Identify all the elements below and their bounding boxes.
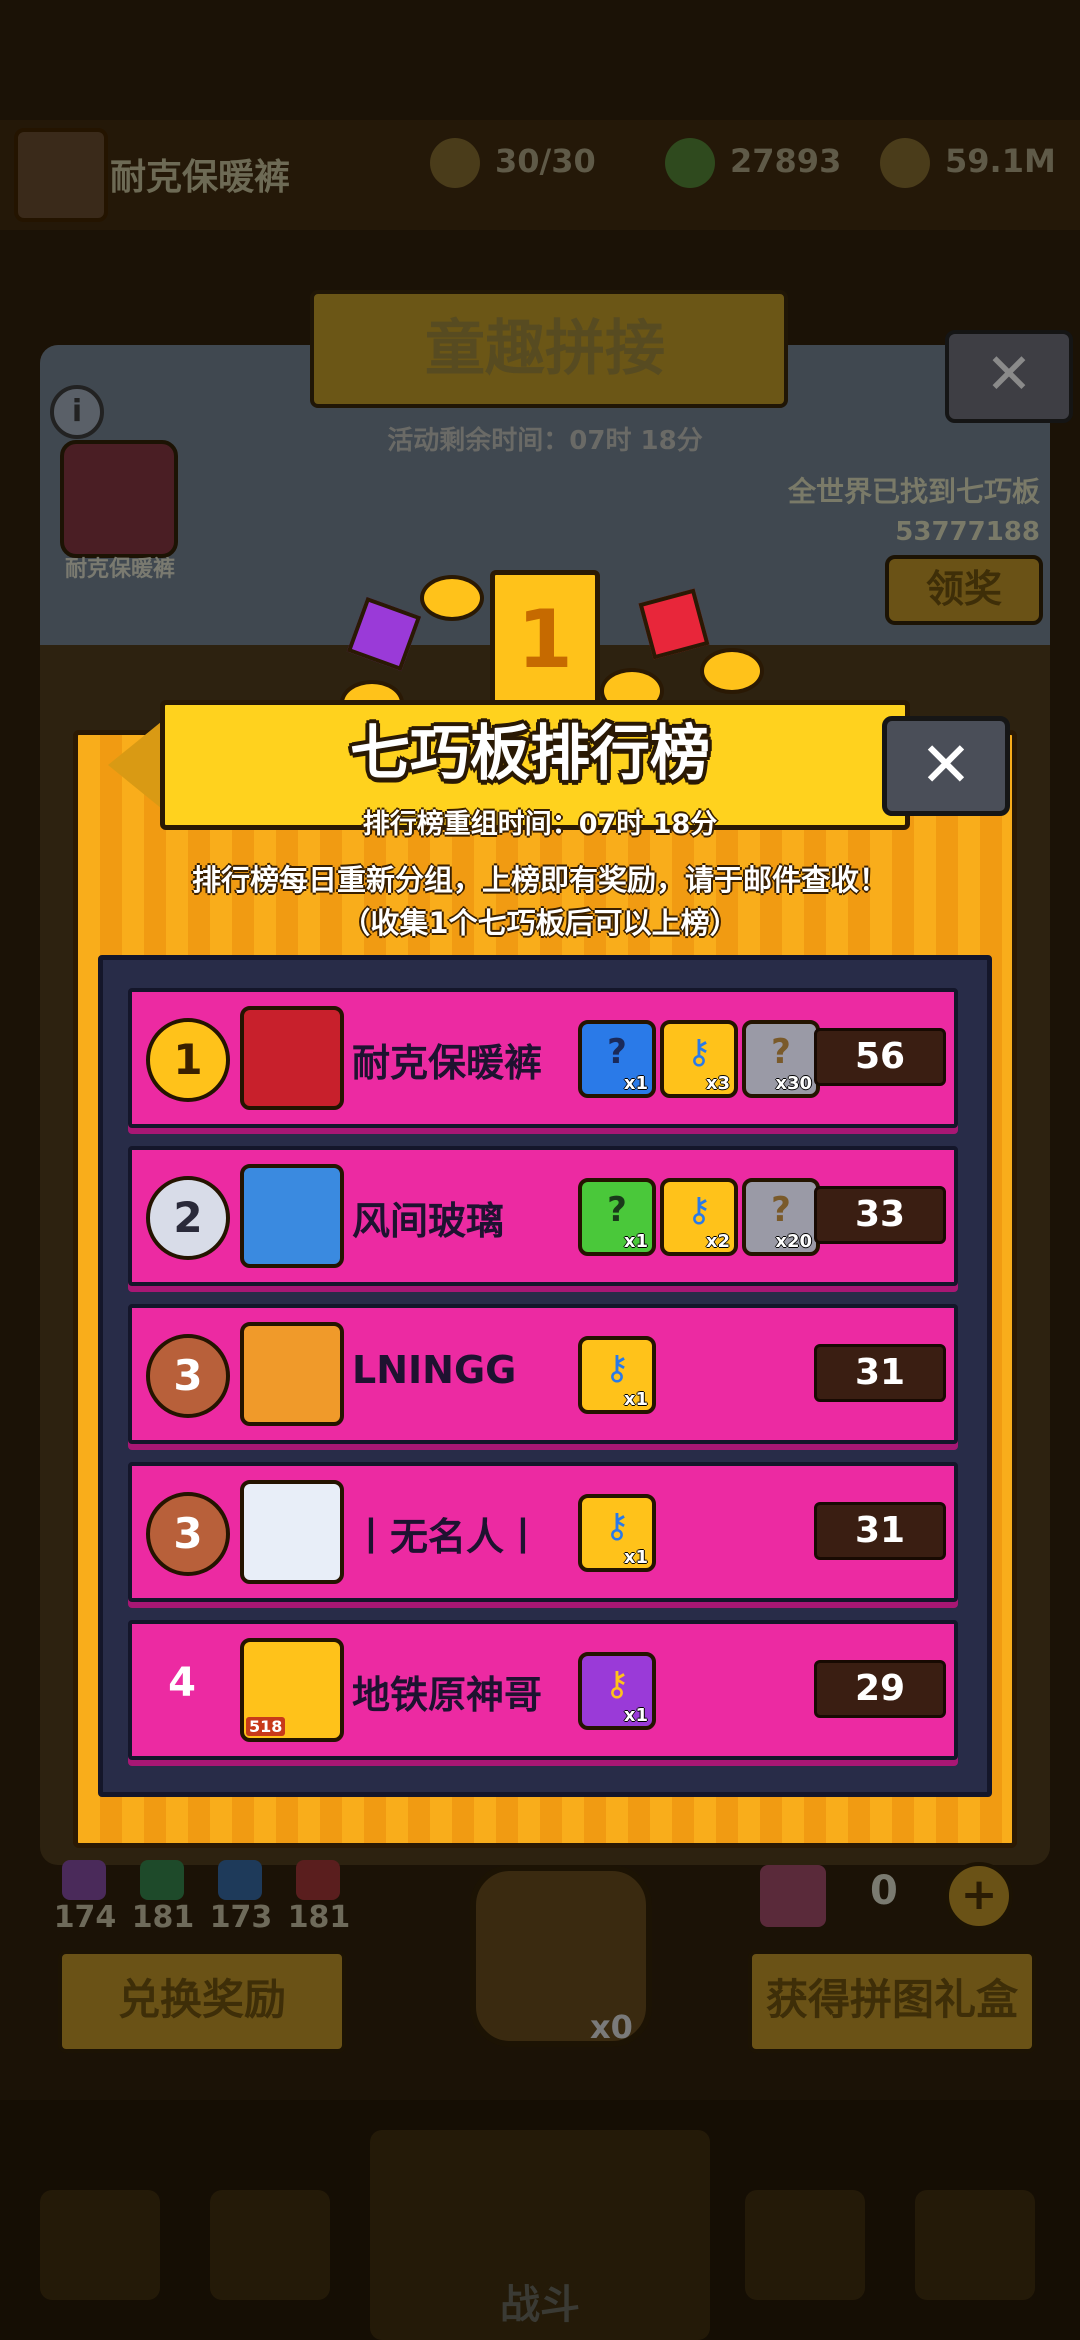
red-piece-icon — [296, 1860, 340, 1900]
event-title: 童趣拼接 — [425, 314, 665, 384]
regroup-time: 排行榜重组时间：07时 18分 — [362, 809, 718, 840]
player-avatar — [240, 1480, 344, 1584]
key-gold-icon: ⚷ x2 — [660, 1178, 738, 1256]
mystery-box-blue-icon: ? x1 — [578, 1020, 656, 1098]
energy-value: 30/30 — [495, 142, 596, 180]
found-label: 全世界已找到七巧板 — [787, 475, 1040, 508]
reward-qty: x2 — [705, 1231, 730, 1252]
score-value: 33 — [814, 1186, 946, 1244]
player-avatar — [240, 1322, 344, 1426]
avatar-level-badge: 518 — [246, 1717, 286, 1736]
reward-qty: x1 — [623, 1705, 648, 1726]
player-name: 丨无名人丨 — [352, 1515, 543, 1559]
reward-qty: x30 — [775, 1073, 812, 1094]
key-purple-icon: ⚷ x1 — [578, 1652, 656, 1730]
gem-value: 27893 — [730, 142, 842, 180]
info-icon[interactable]: i — [50, 385, 104, 439]
close-button[interactable]: ✕ — [882, 716, 1010, 816]
leaderboard-row[interactable]: 4 518 地铁原神哥 ⚷ x1 29 — [128, 1620, 958, 1760]
leaderboard-row[interactable]: 2 风间玻璃 ? x1 ⚷ x2 ? x20 33 — [128, 1146, 958, 1286]
reward-qty: x1 — [623, 1547, 648, 1568]
event-player-avatar — [60, 440, 178, 558]
lock-count: x0 — [590, 2008, 633, 2046]
exchange-reward-button[interactable]: 兑换奖励 — [58, 1950, 346, 2053]
add-gift-button[interactable]: + — [945, 1862, 1013, 1930]
found-count: 53777188 — [895, 517, 1040, 547]
mystery-card-gray-icon: ? x20 — [742, 1178, 820, 1256]
notice-line-2: （收集1个七巧板后可以上榜） — [341, 906, 739, 940]
nav-event-icon[interactable] — [915, 2190, 1035, 2300]
leaderboard-row[interactable]: 3 丨无名人丨 ⚷ x1 31 — [128, 1462, 958, 1602]
event-timer: 活动剩余时间：07时 18分 — [387, 426, 703, 456]
green-piece-icon — [140, 1860, 184, 1900]
mystery-card-gray-icon: ? x30 — [742, 1020, 820, 1098]
player-name: 耐克保暖裤 — [352, 1041, 543, 1085]
gift-count: 0 — [870, 1868, 898, 1914]
player-name: LNINGG — [352, 1348, 517, 1392]
leaderboard-row[interactable]: 1 耐克保暖裤 ? x1 ⚷ x3 ? x30 56 — [128, 988, 958, 1128]
blue-piece-icon — [218, 1860, 262, 1900]
reward-qty: x20 — [775, 1231, 812, 1252]
event-close-button[interactable]: ✕ — [945, 330, 1073, 423]
nav-guild-icon[interactable] — [745, 2190, 865, 2300]
mystery-box-green-icon: ? x1 — [578, 1178, 656, 1256]
energy-icon — [430, 138, 480, 188]
key-gold-icon: ⚷ x1 — [578, 1336, 656, 1414]
nav-shop-icon[interactable] — [40, 2190, 160, 2300]
player-name: 耐克保暖裤 — [110, 157, 291, 198]
notice-line-1: 排行榜每日重新分组，上榜即有奖励，请于邮件查收！ — [191, 863, 888, 897]
key-gold-icon: ⚷ x3 — [660, 1020, 738, 1098]
claim-button[interactable]: 领奖 — [885, 555, 1043, 625]
top-bar: 耐克保暖裤 30/30 27893 59.1M — [0, 120, 1080, 230]
gem-icon — [665, 138, 715, 188]
gold-medal-icon: 1 — [146, 1018, 230, 1102]
rank-number: 4 — [168, 1660, 196, 1706]
score-value: 56 — [814, 1028, 946, 1086]
player-avatar — [240, 1164, 344, 1268]
silver-medal-icon: 2 — [146, 1176, 230, 1260]
reward-qty: x1 — [623, 1073, 648, 1094]
bronze-medal-icon: 3 — [146, 1334, 230, 1418]
popup-title: 七巧板排行榜 — [350, 719, 710, 789]
coin-decoration-icon — [420, 575, 484, 621]
nav-hero-icon[interactable] — [210, 2190, 330, 2300]
score-value: 31 — [814, 1344, 946, 1402]
leaderboard-row[interactable]: 3 LNINGG ⚷ x1 31 — [128, 1304, 958, 1444]
reward-qty: x1 — [623, 1231, 648, 1252]
blue-piece-count: 173 — [209, 1900, 273, 1935]
nav-battle-label: 战斗 — [500, 2282, 580, 2328]
player-name: 风间玻璃 — [352, 1199, 505, 1243]
reward-qty: x3 — [705, 1073, 730, 1094]
bronze-medal-icon: 3 — [146, 1492, 230, 1576]
get-puzzle-gift-button[interactable]: 获得拼图礼盒 — [748, 1950, 1036, 2053]
trophy-icon: 1 — [490, 570, 600, 710]
coin-value: 59.1M — [945, 142, 1056, 180]
score-value: 29 — [814, 1660, 946, 1718]
key-gold-icon: ⚷ x1 — [578, 1494, 656, 1572]
player-avatar[interactable] — [14, 128, 108, 222]
coin-decoration-icon — [700, 648, 764, 694]
purple-piece-icon — [62, 1860, 106, 1900]
coin-icon — [880, 138, 930, 188]
player-avatar — [240, 1006, 344, 1110]
player-name: 地铁原神哥 — [352, 1673, 543, 1717]
event-player-name: 耐克保暖裤 — [64, 557, 175, 582]
reward-qty: x1 — [623, 1389, 648, 1410]
green-piece-count: 181 — [131, 1900, 195, 1935]
gift-icon — [760, 1865, 826, 1927]
player-avatar: 518 — [240, 1638, 344, 1742]
score-value: 31 — [814, 1502, 946, 1560]
red-piece-count: 181 — [287, 1900, 351, 1935]
purple-piece-count: 174 — [53, 1900, 117, 1935]
